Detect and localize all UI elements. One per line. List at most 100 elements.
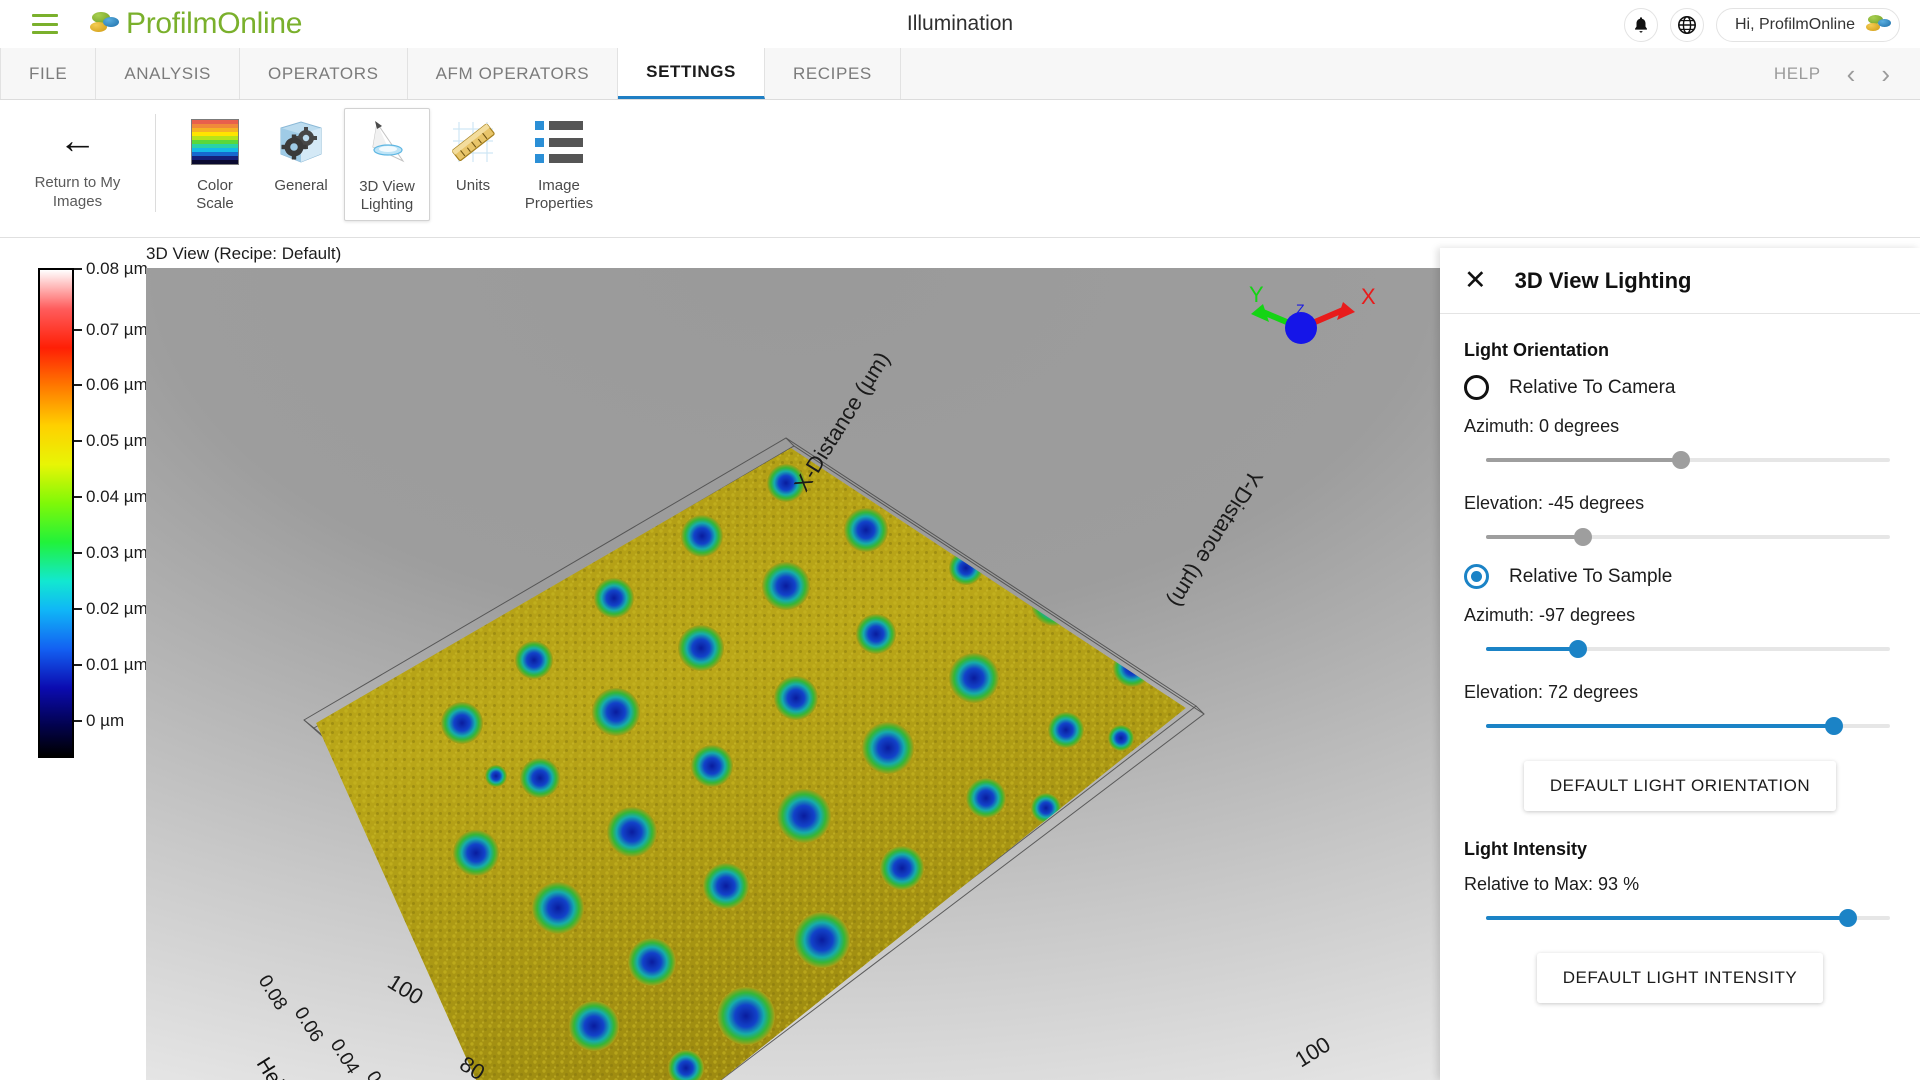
ribbon-items: Color Scale General 3D View Lighting Uni… <box>172 108 602 221</box>
light-orientation-heading: Light Orientation <box>1464 340 1609 360</box>
user-greeting: Hi, ProfilmOnline <box>1734 16 1855 33</box>
legend-tick-4: 0.04 µm <box>74 487 148 507</box>
chevron-left-icon[interactable]: ‹ <box>1847 61 1856 87</box>
camera-elevation-slider[interactable] <box>1464 520 1896 554</box>
3d-surface-plot: 20 40 60 80 100 X-Distance (µm) 20 40 60… <box>252 282 1376 1080</box>
ribbon-item-units[interactable]: Units <box>430 108 516 201</box>
ribbon-label-imageprops-2: Properties <box>524 195 594 212</box>
ribbon-item-image-properties[interactable]: Image Properties <box>516 108 602 219</box>
3d-view-lighting-panel: ✕ 3D View Lighting Light Orientation Rel… <box>1440 248 1920 1080</box>
ribbon-label-3dview-1: 3D View <box>359 178 415 195</box>
triad-x-label: X <box>1361 284 1376 309</box>
ruler-icon <box>445 114 501 170</box>
light-intensity-slider[interactable] <box>1464 901 1896 935</box>
default-light-intensity-wrap: DEFAULT LIGHT INTENSITY <box>1464 953 1896 1003</box>
main-tabbar: FILE ANALYSIS OPERATORS AFM OPERATORS SE… <box>0 48 1920 100</box>
help-button[interactable]: HELP <box>1774 64 1821 84</box>
tab-analysis[interactable]: ANALYSIS <box>96 48 240 99</box>
sample-elevation-slider[interactable] <box>1464 709 1896 743</box>
tab-recipes[interactable]: RECIPES <box>764 48 901 99</box>
radio-sample-indicator <box>1464 564 1489 589</box>
tab-operators[interactable]: OPERATORS <box>240 48 408 99</box>
x-axis-ticks: 20 40 60 80 100 <box>1290 1032 1334 1073</box>
user-avatar <box>1865 14 1893 36</box>
default-light-intensity-button[interactable]: DEFAULT LIGHT INTENSITY <box>1536 953 1824 1003</box>
x-axis-label-far: X-Distance (µm) <box>789 347 895 495</box>
color-scale-legend: 0.08 µm 0.07 µm 0.06 µm 0.05 µm 0.04 µm … <box>30 259 160 768</box>
lamp-icon <box>359 115 415 171</box>
user-menu[interactable]: Hi, ProfilmOnline <box>1715 8 1900 42</box>
camera-azimuth-slider[interactable] <box>1464 443 1896 477</box>
svg-text:0.06: 0.06 <box>290 1004 327 1046</box>
legend-tick-label: 0.03 µm <box>86 543 148 562</box>
ribbon-label-color-scale-1: Color <box>197 177 233 194</box>
radio-camera-label: Relative To Camera <box>1509 376 1676 398</box>
return-label-line2: Images <box>52 192 103 210</box>
legend-tick-label: 0.01 µm <box>86 655 148 674</box>
light-intensity-heading: Light Intensity <box>1464 839 1587 859</box>
legend-tick-label: 0.07 µm <box>86 320 148 339</box>
default-light-orientation-button[interactable]: DEFAULT LIGHT ORIENTATION <box>1523 761 1837 811</box>
bell-icon[interactable] <box>1623 8 1658 42</box>
svg-text:0.02: 0.02 <box>362 1068 399 1080</box>
y-axis-label-far: Y-Distance (µm) <box>1163 465 1268 612</box>
sample-azimuth-slider[interactable] <box>1464 632 1896 666</box>
default-light-orientation-wrap: DEFAULT LIGHT ORIENTATION <box>1464 761 1896 811</box>
tab-file[interactable]: FILE <box>0 48 97 99</box>
orientation-triad: X Y Z <box>1249 282 1376 344</box>
ribbon-label-3dview-2: Lighting <box>360 196 414 213</box>
legend-tick-0: 0.08 µm <box>74 259 148 279</box>
return-label-line1: Return to My <box>34 174 121 191</box>
legend-tick-3: 0.05 µm <box>74 431 148 451</box>
panel-body: Light Orientation Relative To Camera Azi… <box>1440 314 1920 1003</box>
view-title: 3D View (Recipe: Default) <box>146 244 342 263</box>
panel-header: ✕ 3D View Lighting <box>1440 248 1920 314</box>
radio-relative-to-camera[interactable]: Relative To Camera <box>1464 375 1896 400</box>
radio-sample-label: Relative To Sample <box>1509 565 1673 587</box>
svg-text:0.08: 0.08 <box>254 972 291 1014</box>
return-to-my-images-button[interactable]: ← Return to My Images <box>0 108 155 212</box>
ribbon-label-units: Units <box>455 177 491 194</box>
tab-afm-operators[interactable]: AFM OPERATORS <box>407 48 619 99</box>
radio-relative-to-sample[interactable]: Relative To Sample <box>1464 564 1896 589</box>
brand-name: ProfilmOnline <box>126 7 303 40</box>
ribbon-item-general[interactable]: General <box>258 108 344 201</box>
legend-tick-8: 0 µm <box>74 711 124 731</box>
hamburger-menu-icon[interactable] <box>32 14 58 34</box>
z-axis-label: Height (µm) <box>252 1053 330 1080</box>
profilm-logo-icon <box>88 11 122 37</box>
ribbon-item-3d-view-lighting[interactable]: 3D View Lighting <box>344 108 430 221</box>
gears-box-icon <box>273 114 329 170</box>
3d-view-canvas[interactable]: 20 40 60 80 100 X-Distance (µm) 20 40 60… <box>146 268 1440 1080</box>
legend-tick-7: 0.01 µm <box>74 655 148 675</box>
settings-ribbon: ← Return to My Images Color Scale Genera… <box>0 100 1920 238</box>
legend-tick-label: 0.02 µm <box>86 599 148 618</box>
chevron-right-icon[interactable]: › <box>1881 61 1890 87</box>
legend-tick-5: 0.03 µm <box>74 543 148 563</box>
sample-azimuth-label: Azimuth: -97 degrees <box>1464 605 1636 625</box>
light-intensity-value-label: Relative to Max: 93 % <box>1464 874 1640 894</box>
brand[interactable]: ProfilmOnline <box>88 7 302 41</box>
legend-tick-6: 0.02 µm <box>74 599 148 619</box>
legend-tick-2: 0.06 µm <box>74 375 148 395</box>
tab-settings[interactable]: SETTINGS <box>618 48 765 99</box>
legend-tick-label: 0.04 µm <box>86 487 148 506</box>
ribbon-item-color-scale[interactable]: Color Scale <box>172 108 258 219</box>
camera-elevation-label: Elevation: -45 degrees <box>1464 493 1645 513</box>
legend-tick-1: 0.07 µm <box>74 320 148 340</box>
ribbon-label-color-scale-2: Scale <box>196 195 234 212</box>
globe-icon[interactable] <box>1669 8 1704 42</box>
header-actions: Hi, ProfilmOnline <box>1623 8 1900 42</box>
tabbar-right-actions: HELP ‹ › <box>1774 48 1920 99</box>
legend-tick-label: 0.05 µm <box>86 431 148 450</box>
svg-text:100: 100 <box>1290 1032 1334 1073</box>
surface-mesh <box>316 448 1186 1080</box>
panel-title: 3D View Lighting <box>1514 267 1692 293</box>
legend-tick-label: 0 µm <box>86 711 125 730</box>
legend-tick-label: 0.06 µm <box>86 375 148 394</box>
close-icon[interactable]: ✕ <box>1464 267 1487 294</box>
radio-camera-indicator <box>1464 375 1489 400</box>
sample-elevation-label: Elevation: 72 degrees <box>1464 682 1639 702</box>
svg-text:100: 100 <box>383 969 427 1010</box>
color-scale-icon <box>187 114 243 170</box>
